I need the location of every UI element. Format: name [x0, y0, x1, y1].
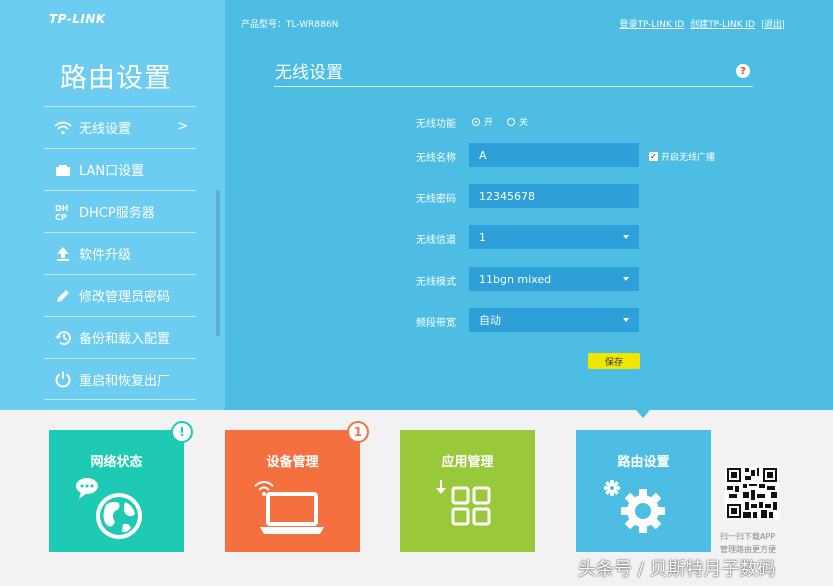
- dhcp-icon: DH CP: [48, 202, 78, 222]
- sidebar-item-label: 无线设置: [79, 122, 132, 137]
- sidebar-item-label: LAN口设置: [79, 164, 145, 179]
- wireless-function-radios: 开 关: [472, 115, 528, 128]
- mode-select[interactable]: 11bgn mixed: [469, 267, 639, 291]
- help-icon[interactable]: ?: [736, 64, 750, 78]
- tile-label: 设备管理: [266, 455, 319, 470]
- sidebar-item-password[interactable]: 修改管理员密码: [44, 274, 196, 316]
- save-button[interactable]: 保存: [588, 353, 640, 369]
- bandwidth-label: 频段带宽: [416, 318, 456, 329]
- tile-label: 路由设置: [617, 455, 670, 470]
- sidebar-item-label: 重启和恢复出厂: [79, 373, 171, 389]
- tile-app-management[interactable]: 应用管理: [400, 430, 535, 552]
- qr-code-icon[interactable]: [725, 466, 779, 520]
- pencil-icon: [48, 286, 78, 306]
- wifi-icon: [48, 118, 78, 138]
- login-link[interactable]: 登录TP-LINK ID: [619, 17, 684, 30]
- radio-off[interactable]: 关: [507, 115, 528, 128]
- sidebar-item-reboot[interactable]: 重启和恢复出厂: [44, 358, 196, 400]
- sidebar-item-label: 备份和载入配置: [79, 332, 171, 347]
- broadcast-checkbox[interactable]: ✓ 开启无线广播: [649, 150, 715, 163]
- upload-icon: [48, 244, 78, 264]
- sidebar-menu: 无线设置 > LAN口设置 DH CP DHCP服务器 软件升级 修改管理员密码 …: [44, 106, 196, 400]
- tile-label: 网络状态: [90, 455, 143, 470]
- title-divider: [274, 86, 753, 87]
- chevron-right-icon: >: [177, 119, 188, 134]
- tile-network-status[interactable]: 网络状态 !: [49, 421, 193, 552]
- tile-device-management[interactable]: 设备管理 1: [225, 421, 369, 552]
- page-title: 无线设置: [275, 63, 343, 83]
- tile-router-settings[interactable]: 路由设置: [576, 430, 711, 552]
- laptop-wifi-icon: [254, 481, 324, 534]
- qr-caption-line1: 扫一扫下载APP: [720, 532, 776, 541]
- sidebar-item-label: DHCP服务器: [79, 206, 155, 221]
- checkbox-checked-icon: ✓: [649, 152, 658, 161]
- active-tile-pointer: [636, 410, 650, 418]
- brand-logo: TP-LINK: [49, 12, 106, 26]
- gear-icon: [604, 480, 665, 533]
- sidebar-title: 路由设置: [60, 63, 172, 94]
- header-links: 登录TP-LINK ID 创建TP-LINK ID |退出|: [619, 17, 785, 30]
- sidebar-item-wireless[interactable]: 无线设置 >: [44, 106, 196, 148]
- qr-caption: 扫一扫下载APP 管理路由更方便: [720, 530, 776, 556]
- sidebar-item-backup[interactable]: 备份和载入配置: [44, 316, 196, 358]
- broadcast-label: 开启无线广播: [661, 153, 716, 163]
- ssid-input[interactable]: A: [469, 143, 639, 167]
- radio-dot-icon: [507, 117, 516, 126]
- product-model: 产品型号：TL-WR886N: [241, 20, 339, 30]
- sidebar-scrollbar[interactable]: [216, 190, 220, 336]
- power-icon: [48, 369, 78, 389]
- sidebar-item-upgrade[interactable]: 软件升级: [44, 232, 196, 274]
- wireless-function-label: 无线功能: [416, 119, 456, 130]
- globe-chat-icon: [76, 478, 142, 539]
- svg-text:CP: CP: [55, 213, 67, 221]
- radio-on-label: 开: [484, 118, 494, 128]
- create-id-link[interactable]: 创建TP-LINK ID: [690, 17, 755, 30]
- alert-badge: !: [171, 421, 193, 443]
- password-label: 无线密码: [416, 194, 456, 205]
- channel-label: 无线信道: [416, 235, 456, 246]
- lan-port-icon: [48, 160, 78, 180]
- apps-grid-icon: [436, 480, 491, 526]
- channel-select[interactable]: 1: [469, 225, 639, 249]
- watermark: 头条号 / 贝斯特月子数码: [578, 559, 776, 580]
- ssid-label: 无线名称: [416, 153, 456, 164]
- svg-text:DH: DH: [55, 204, 68, 213]
- alert-badge: 1: [347, 421, 369, 443]
- sidebar-item-lan[interactable]: LAN口设置: [44, 148, 196, 190]
- password-input[interactable]: 12345678: [469, 184, 639, 208]
- tile-label: 应用管理: [441, 455, 494, 470]
- logout-link[interactable]: |退出|: [761, 17, 785, 30]
- mode-label: 无线模式: [416, 277, 456, 288]
- history-icon: [48, 328, 78, 348]
- sidebar-item-label: 修改管理员密码: [79, 290, 171, 305]
- bandwidth-select[interactable]: 自动: [469, 308, 639, 332]
- radio-dot-icon: [472, 117, 480, 126]
- sidebar-item-label: 软件升级: [79, 248, 132, 263]
- radio-on[interactable]: 开: [472, 115, 493, 128]
- radio-off-label: 关: [519, 118, 529, 128]
- sidebar-item-dhcp[interactable]: DH CP DHCP服务器: [44, 190, 196, 232]
